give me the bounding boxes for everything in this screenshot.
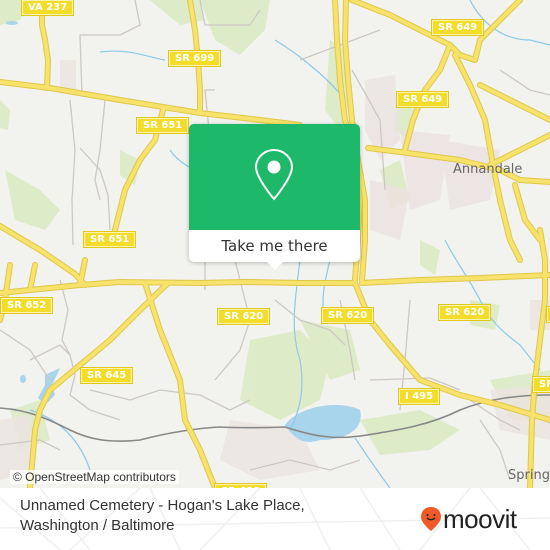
moovit-pin-icon	[421, 507, 441, 531]
popup-header	[189, 124, 360, 230]
road-label-sr-649: SR 649	[397, 92, 449, 107]
location-title-line2: Washington / Baltimore	[20, 517, 175, 534]
moovit-wordmark: moovit	[443, 504, 517, 534]
road-label-sr-620: SR 620	[218, 309, 270, 324]
road-label-sr-645: SR 645	[81, 368, 133, 383]
map-attribution[interactable]: © OpenStreetMap contributors	[10, 470, 179, 484]
road-label-i-495: I 495	[399, 389, 440, 404]
road-label-sr-649: SR 649	[432, 20, 484, 35]
road-label-sr-620: SR 620	[439, 305, 491, 320]
road-label-sr-651: SR 651	[84, 232, 136, 247]
take-me-there-label: Take me there	[221, 237, 328, 255]
road-label-va-237: VA 237	[22, 0, 74, 15]
place-label-annandale: Annandale	[453, 162, 523, 177]
map-pin-icon	[254, 148, 294, 201]
moovit-logo[interactable]: moovit	[420, 506, 517, 532]
road-label-sr-699: SR 699	[169, 51, 221, 66]
road-label-sr-651: SR 651	[137, 118, 189, 133]
road-label-sr-edge: SR	[533, 377, 550, 392]
location-popup: Take me there	[189, 124, 360, 270]
footer: Unnamed Cemetery - Hogan's Lake Place, W…	[0, 488, 550, 550]
map-view[interactable]: VA 237 SR 699 SR 651 SR 649 SR 649 SR 65…	[0, 0, 550, 488]
popup-tail	[266, 261, 284, 270]
road-label-sr-652: SR 652	[1, 298, 53, 313]
location-title-line1: Unnamed Cemetery - Hogan's Lake Place,	[20, 497, 305, 514]
road-label-sr-620: SR 620	[322, 308, 374, 323]
place-label-springfield: Springf	[508, 468, 550, 483]
take-me-there-button[interactable]: Take me there	[189, 230, 360, 262]
location-title: Unnamed Cemetery - Hogan's Lake Place, W…	[20, 496, 380, 536]
